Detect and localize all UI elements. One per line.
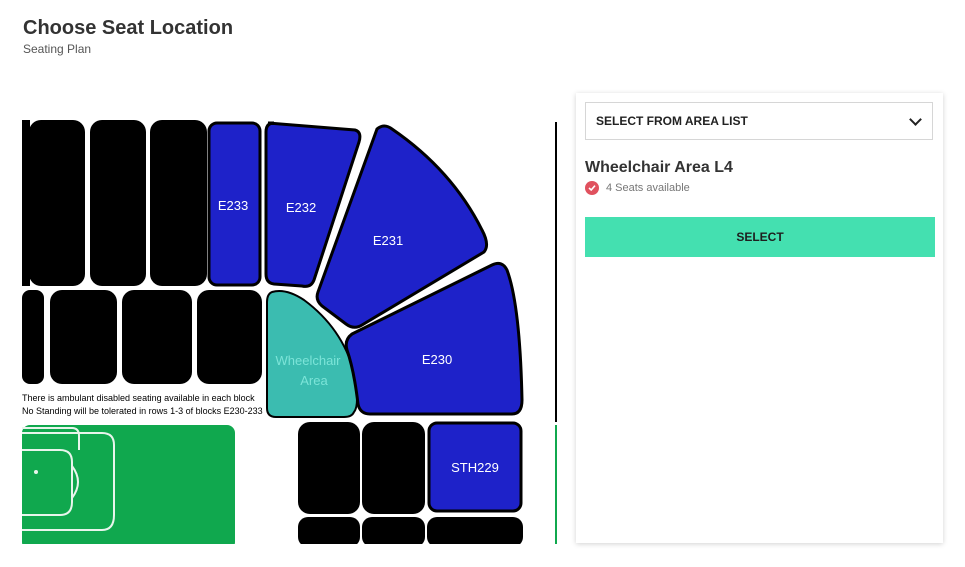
black-block (362, 517, 425, 544)
area-list-dropdown[interactable]: SELECT FROM AREA LIST (585, 102, 933, 140)
page-subtitle: Seating Plan (23, 42, 92, 56)
map-edge-line (555, 122, 557, 422)
area-list-label: SELECT FROM AREA LIST (596, 114, 748, 128)
seating-map: E233 E232 E231 Wheelchair Area E230 Ther (22, 120, 559, 544)
black-block (298, 422, 360, 514)
black-block (298, 517, 360, 544)
block-label-e231: E231 (373, 233, 403, 248)
block-label-e233: E233 (218, 198, 248, 213)
map-edge-line (555, 425, 557, 544)
pitch (22, 425, 235, 544)
block-e233[interactable]: E233 (207, 121, 262, 287)
availability-text: 4 Seats available (606, 182, 690, 194)
select-button[interactable]: SELECT (585, 217, 935, 257)
chevron-down-icon (909, 112, 922, 126)
wheelchair-label-line2: Area (300, 373, 328, 388)
selected-area-name: Wheelchair Area L4 (585, 159, 733, 176)
black-block (122, 290, 192, 384)
black-block (22, 290, 44, 384)
black-block (362, 422, 425, 514)
map-note-ambulant: There is ambulant disabled seating avail… (22, 393, 255, 403)
black-block (22, 120, 30, 286)
black-block (197, 290, 262, 384)
check-circle-icon (585, 181, 599, 195)
black-block (50, 290, 117, 384)
map-note-standing: No Standing will be tolerated in rows 1-… (22, 406, 263, 416)
page-title: Choose Seat Location (23, 17, 234, 39)
block-label-sth229: STH229 (451, 460, 499, 475)
wheelchair-label-line1: Wheelchair (275, 353, 341, 368)
black-block (29, 120, 85, 286)
availability-row: 4 Seats available (585, 181, 690, 195)
black-block (150, 120, 207, 286)
black-block (427, 517, 523, 544)
block-sth229[interactable]: STH229 (427, 421, 523, 513)
area-panel: SELECT FROM AREA LIST Wheelchair Area L4… (576, 93, 943, 543)
black-block (90, 120, 146, 286)
block-label-e230: E230 (422, 352, 452, 367)
block-label-e232: E232 (286, 200, 316, 215)
